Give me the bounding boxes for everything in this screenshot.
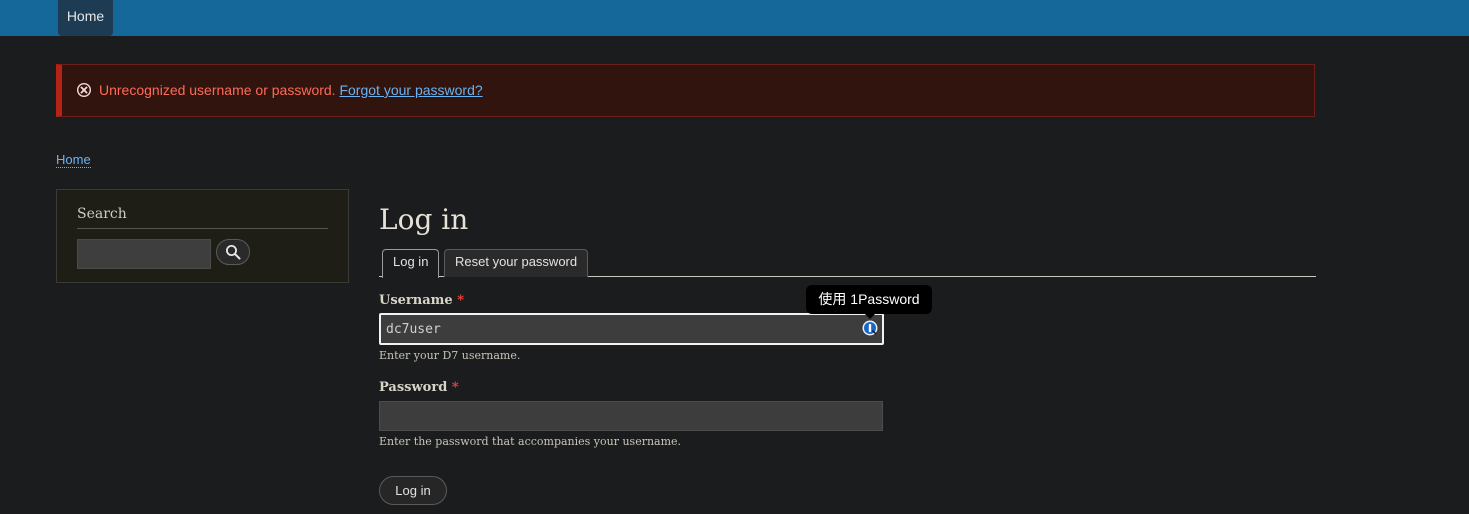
search-input[interactable] (77, 239, 211, 269)
error-text: Unrecognized username or password. Forgo… (99, 82, 483, 98)
tab-reset-password[interactable]: Reset your password (444, 249, 589, 277)
nav-home-tab[interactable]: Home (58, 0, 113, 36)
search-block-title: Search (77, 206, 127, 222)
log-in-button[interactable]: Log in (379, 476, 447, 505)
tooltip-arrow (864, 313, 876, 319)
password-description: Enter the password that accompanies your… (379, 435, 682, 448)
required-mark: * (451, 380, 459, 395)
page-title: Log in (379, 203, 469, 236)
password-label-text: Password (379, 380, 448, 395)
username-label: Username * (379, 293, 464, 308)
1password-tooltip: 使用 1Password (806, 285, 932, 314)
password-label: Password * (379, 380, 459, 395)
search-block: Search (56, 189, 349, 283)
error-icon (76, 82, 92, 98)
1password-icon[interactable] (862, 320, 878, 336)
breadcrumb-home[interactable]: Home (56, 152, 91, 168)
tab-log-in[interactable]: Log in (382, 249, 440, 278)
username-description: Enter your D7 username. (379, 349, 521, 362)
error-message: Unrecognized username or password. Forgo… (56, 64, 1315, 117)
search-button[interactable] (216, 239, 250, 265)
required-mark: * (457, 293, 465, 308)
top-navbar: Home (0, 0, 1469, 36)
search-icon (226, 245, 241, 260)
error-message-text: Unrecognized username or password. (99, 82, 336, 98)
username-field[interactable] (379, 313, 884, 345)
forgot-password-link[interactable]: Forgot your password? (339, 82, 482, 98)
username-label-text: Username (379, 293, 453, 308)
password-field[interactable] (379, 401, 883, 431)
divider (77, 228, 328, 229)
